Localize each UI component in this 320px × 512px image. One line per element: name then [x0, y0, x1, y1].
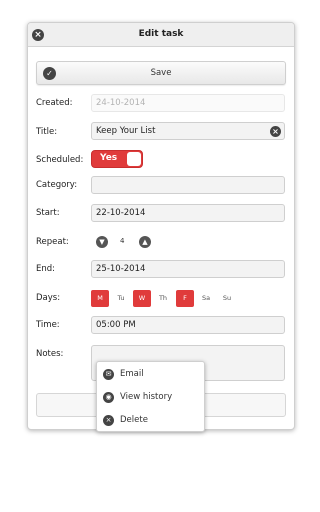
repeat-value: 4	[120, 237, 125, 245]
day-thursday[interactable]: Th	[154, 290, 172, 307]
menu-item-delete[interactable]: × Delete	[97, 409, 204, 432]
title-field[interactable]: Keep Your List ×	[91, 122, 285, 140]
category-label: Category:	[36, 180, 78, 190]
category-field[interactable]	[91, 176, 285, 194]
menu-item-view-history[interactable]: ◉ View history	[97, 386, 204, 409]
repeat-label: Repeat:	[36, 237, 69, 247]
eye-icon: ◉	[103, 392, 114, 403]
scheduled-toggle[interactable]: Yes	[91, 150, 143, 168]
end-field[interactable]: 25-10-2014	[91, 260, 285, 278]
close-circle-icon: ×	[103, 415, 114, 426]
day-tuesday[interactable]: Tu	[112, 290, 130, 307]
day-saturday[interactable]: Sa	[197, 290, 215, 307]
menu-item-email[interactable]: ✉ Email	[97, 363, 204, 386]
menu-item-label: Delete	[120, 415, 148, 425]
scheduled-label: Scheduled:	[36, 155, 84, 165]
menu-item-label: Email	[120, 369, 144, 379]
toggle-knob	[127, 152, 141, 166]
title-value: Keep Your List	[96, 126, 156, 136]
notes-label: Notes:	[36, 349, 64, 359]
chevron-down-icon[interactable]: ▼	[96, 236, 108, 248]
scheduled-toggle-label: Yes	[100, 153, 118, 163]
time-label: Time:	[36, 320, 60, 330]
envelope-icon: ✉	[103, 369, 114, 380]
start-label: Start:	[36, 208, 60, 218]
context-menu: ✉ Email ◉ View history × Delete	[96, 361, 205, 432]
end-label: End:	[36, 264, 56, 274]
days-label: Days:	[36, 293, 61, 303]
clear-icon[interactable]: ×	[270, 126, 281, 137]
day-friday[interactable]: F	[176, 290, 194, 307]
chevron-up-icon[interactable]: ▲	[139, 236, 151, 248]
day-sunday[interactable]: Su	[218, 290, 236, 307]
created-field: 24-10-2014	[91, 94, 285, 112]
dialog-header: × Edit task	[28, 23, 294, 47]
save-button[interactable]: ✓ Save	[36, 61, 286, 85]
start-field[interactable]: 22-10-2014	[91, 204, 285, 222]
menu-item-label: View history	[120, 392, 173, 402]
save-label: Save	[150, 68, 172, 78]
time-field[interactable]: 05:00 PM	[91, 316, 285, 334]
title-label: Title:	[36, 127, 58, 137]
dialog-title: Edit task	[138, 29, 184, 39]
day-monday[interactable]: M	[91, 290, 109, 307]
created-label: Created:	[36, 98, 73, 108]
day-wednesday[interactable]: W	[133, 290, 151, 307]
